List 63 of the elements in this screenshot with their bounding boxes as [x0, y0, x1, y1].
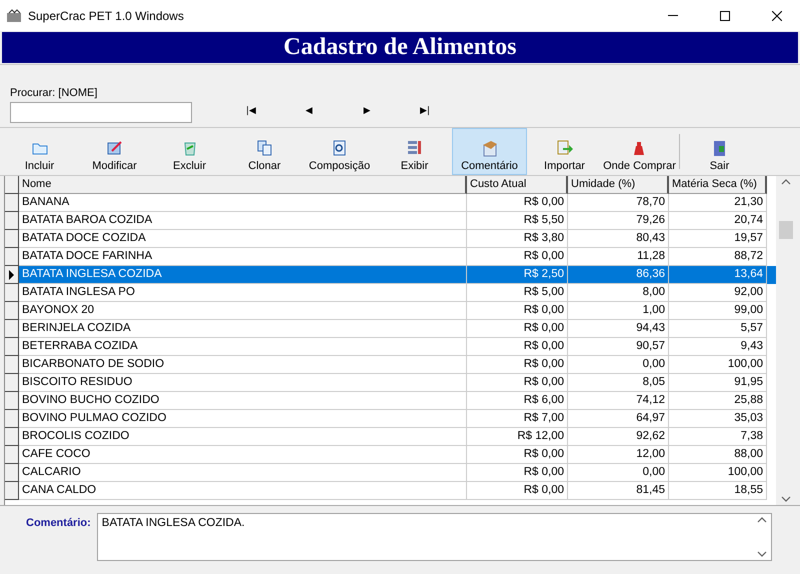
window-title: SuperCrac PET 1.0 Windows — [28, 8, 185, 22]
app-icon — [6, 8, 22, 22]
scrollbar[interactable] — [776, 176, 796, 505]
row-indicator[interactable] — [5, 320, 19, 338]
row-indicator[interactable] — [5, 248, 19, 266]
navigation-button[interactable]: ▶| — [396, 101, 454, 121]
navigation-button[interactable]: ◀ — [280, 101, 338, 121]
navigation-button[interactable]: |◀ — [222, 101, 280, 121]
toolbar-icon — [480, 139, 498, 157]
row-indicator[interactable] — [5, 230, 19, 248]
table-cell: 81,45 — [568, 482, 669, 500]
row-indicator[interactable] — [5, 428, 19, 446]
toolbar-button[interactable]: Excluir — [152, 128, 227, 175]
maximize-icon[interactable] — [720, 10, 730, 20]
row-indicator[interactable] — [5, 284, 19, 302]
row-indicator[interactable] — [5, 392, 19, 410]
toolbar-button[interactable]: Composição — [302, 128, 377, 175]
row-indicator[interactable] — [5, 482, 19, 500]
toolbar-button[interactable]: Incluir — [2, 128, 77, 175]
row-indicator — [5, 176, 19, 194]
row-indicator[interactable] — [5, 266, 19, 284]
row-indicator[interactable] — [5, 302, 19, 320]
column-header[interactable]: Custo Atual — [467, 176, 568, 194]
toolbar-icon — [330, 139, 348, 157]
scroll-up-icon[interactable] — [757, 516, 767, 523]
table-cell: 18,55 — [669, 482, 767, 500]
table-cell: CANA CALDO — [19, 482, 467, 500]
search-label: Procurar: [NOME] — [10, 87, 98, 99]
toolbar-button[interactable]: Sair — [682, 128, 757, 175]
row-indicator[interactable] — [5, 374, 19, 392]
row-indicator[interactable] — [5, 464, 19, 482]
column-header[interactable]: Umidade (%) — [568, 176, 669, 194]
toolbar-icon — [256, 139, 274, 157]
toolbar-button[interactable]: Clonar — [227, 128, 302, 175]
row-indicator[interactable] — [5, 356, 19, 374]
row-indicator[interactable] — [5, 194, 19, 212]
column-header[interactable]: Matéria Seca (%) — [669, 176, 767, 194]
toolbar-button[interactable]: Importar — [527, 128, 602, 175]
toolbar-button[interactable]: Comentário — [452, 128, 527, 175]
search-field[interactable] — [10, 102, 192, 123]
column-header[interactable]: Nome — [19, 176, 467, 194]
scroll-up-icon[interactable] — [781, 178, 791, 185]
row-pointer-icon — [9, 270, 14, 280]
toolbar-button[interactable]: Exibir — [377, 128, 452, 175]
row-indicator[interactable] — [5, 338, 19, 356]
comment-field[interactable]: BATATA INGLESA COZIDA. — [96, 513, 772, 561]
scroll-down-icon[interactable] — [781, 496, 791, 503]
close-icon[interactable] — [772, 10, 782, 20]
comment-label: Comentário: — [26, 517, 91, 529]
table-cell: R$ 0,00 — [467, 482, 568, 500]
toolbar-button[interactable]: Onde Comprar — [602, 128, 677, 175]
navigation-button[interactable]: ▶ — [338, 101, 396, 121]
scroll-down-icon[interactable] — [757, 551, 767, 558]
toolbar-icon — [406, 139, 424, 157]
scroll-thumb[interactable] — [779, 221, 793, 239]
toolbar-icon — [556, 139, 574, 157]
toolbar-icon — [106, 139, 124, 157]
table-row[interactable]: BATATA INGLESA COZIDA R$ 2,50 86,36 13,64 — [5, 266, 776, 284]
row-indicator[interactable] — [5, 212, 19, 230]
toolbar-button[interactable]: Modificar — [77, 128, 152, 175]
row-indicator[interactable] — [5, 446, 19, 464]
row-indicator[interactable] — [5, 410, 19, 428]
header-title: Cadastro de Alimentos — [284, 34, 516, 61]
